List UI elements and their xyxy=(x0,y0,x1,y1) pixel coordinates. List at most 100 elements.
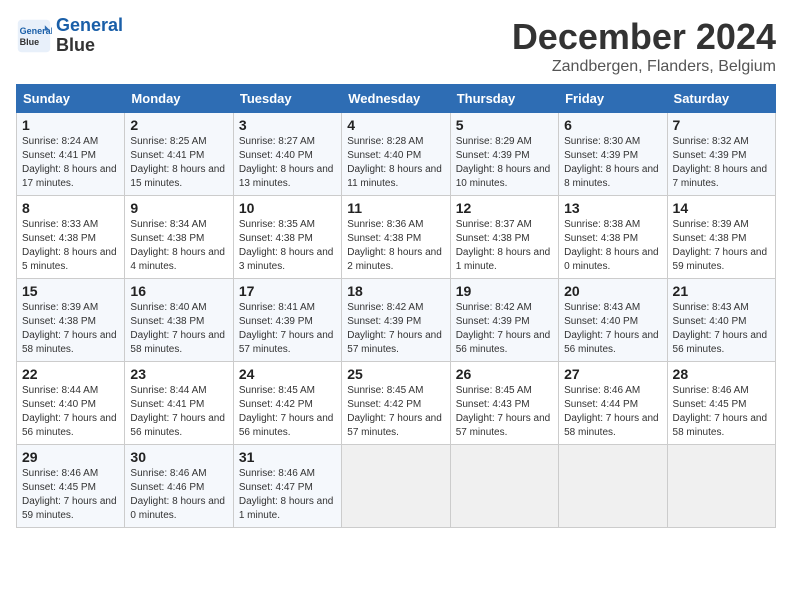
day-info: Sunrise: 8:43 AM Sunset: 4:40 PM Dayligh… xyxy=(564,301,661,357)
calendar-cell: 3 Sunrise: 8:27 AM Sunset: 4:40 PM Daylig… xyxy=(233,113,341,196)
day-info: Sunrise: 8:45 AM Sunset: 4:42 PM Dayligh… xyxy=(239,384,336,440)
svg-text:Blue: Blue xyxy=(20,37,40,47)
calendar-cell: 13 Sunrise: 8:38 AM Sunset: 4:38 PM Dayli… xyxy=(559,196,667,279)
day-info: Sunrise: 8:39 AM Sunset: 4:38 PM Dayligh… xyxy=(673,218,770,274)
weekday-header-thursday: Thursday xyxy=(450,85,558,113)
calendar-cell: 22 Sunrise: 8:44 AM Sunset: 4:40 PM Dayli… xyxy=(17,362,125,445)
day-info: Sunrise: 8:45 AM Sunset: 4:43 PM Dayligh… xyxy=(456,384,553,440)
weekday-header-saturday: Saturday xyxy=(667,85,775,113)
weekday-header-sunday: Sunday xyxy=(17,85,125,113)
day-number: 16 xyxy=(130,283,227,299)
calendar-cell xyxy=(450,445,558,528)
day-info: Sunrise: 8:38 AM Sunset: 4:38 PM Dayligh… xyxy=(564,218,661,274)
day-info: Sunrise: 8:44 AM Sunset: 4:40 PM Dayligh… xyxy=(22,384,119,440)
day-number: 2 xyxy=(130,117,227,133)
day-info: Sunrise: 8:27 AM Sunset: 4:40 PM Dayligh… xyxy=(239,135,336,191)
day-number: 19 xyxy=(456,283,553,299)
day-info: Sunrise: 8:30 AM Sunset: 4:39 PM Dayligh… xyxy=(564,135,661,191)
day-number: 7 xyxy=(673,117,770,133)
day-number: 24 xyxy=(239,366,336,382)
day-number: 18 xyxy=(347,283,444,299)
calendar-body: 1 Sunrise: 8:24 AM Sunset: 4:41 PM Daylig… xyxy=(17,113,776,528)
calendar-cell: 16 Sunrise: 8:40 AM Sunset: 4:38 PM Dayli… xyxy=(125,279,233,362)
day-info: Sunrise: 8:28 AM Sunset: 4:40 PM Dayligh… xyxy=(347,135,444,191)
day-number: 17 xyxy=(239,283,336,299)
calendar-cell: 7 Sunrise: 8:32 AM Sunset: 4:39 PM Daylig… xyxy=(667,113,775,196)
calendar-cell: 8 Sunrise: 8:33 AM Sunset: 4:38 PM Daylig… xyxy=(17,196,125,279)
calendar-table: SundayMondayTuesdayWednesdayThursdayFrid… xyxy=(16,84,776,528)
day-number: 8 xyxy=(22,200,119,216)
day-number: 5 xyxy=(456,117,553,133)
day-info: Sunrise: 8:45 AM Sunset: 4:42 PM Dayligh… xyxy=(347,384,444,440)
calendar-week-2: 8 Sunrise: 8:33 AM Sunset: 4:38 PM Daylig… xyxy=(17,196,776,279)
day-number: 11 xyxy=(347,200,444,216)
day-info: Sunrise: 8:42 AM Sunset: 4:39 PM Dayligh… xyxy=(456,301,553,357)
day-number: 3 xyxy=(239,117,336,133)
day-info: Sunrise: 8:34 AM Sunset: 4:38 PM Dayligh… xyxy=(130,218,227,274)
day-number: 22 xyxy=(22,366,119,382)
calendar-cell: 5Sunrise: 8:29 AM Sunset: 4:39 PM Daylig… xyxy=(450,113,558,196)
day-info: Sunrise: 8:40 AM Sunset: 4:38 PM Dayligh… xyxy=(130,301,227,357)
calendar-cell: 6 Sunrise: 8:30 AM Sunset: 4:39 PM Daylig… xyxy=(559,113,667,196)
day-info: Sunrise: 8:42 AM Sunset: 4:39 PM Dayligh… xyxy=(347,301,444,357)
day-number: 1 xyxy=(22,117,119,133)
calendar-cell: 12Sunrise: 8:37 AM Sunset: 4:38 PM Dayli… xyxy=(450,196,558,279)
calendar-cell: 17 Sunrise: 8:41 AM Sunset: 4:39 PM Dayli… xyxy=(233,279,341,362)
day-number: 30 xyxy=(130,449,227,465)
calendar-cell xyxy=(667,445,775,528)
day-number: 14 xyxy=(673,200,770,216)
day-number: 27 xyxy=(564,366,661,382)
day-number: 20 xyxy=(564,283,661,299)
calendar-cell: 30 Sunrise: 8:46 AM Sunset: 4:46 PM Dayli… xyxy=(125,445,233,528)
day-number: 21 xyxy=(673,283,770,299)
calendar-cell: 14 Sunrise: 8:39 AM Sunset: 4:38 PM Dayli… xyxy=(667,196,775,279)
day-info: Sunrise: 8:37 AM Sunset: 4:38 PM Dayligh… xyxy=(456,218,553,274)
calendar-cell: 1 Sunrise: 8:24 AM Sunset: 4:41 PM Daylig… xyxy=(17,113,125,196)
calendar-cell: 23 Sunrise: 8:44 AM Sunset: 4:41 PM Dayli… xyxy=(125,362,233,445)
calendar-cell: 27 Sunrise: 8:46 AM Sunset: 4:44 PM Dayli… xyxy=(559,362,667,445)
weekday-header-monday: Monday xyxy=(125,85,233,113)
weekday-header-friday: Friday xyxy=(559,85,667,113)
title-area: December 2024 Zandbergen, Flanders, Belg… xyxy=(512,16,776,76)
day-number: 29 xyxy=(22,449,119,465)
calendar-cell: 4 Sunrise: 8:28 AM Sunset: 4:40 PM Daylig… xyxy=(342,113,450,196)
day-info: Sunrise: 8:35 AM Sunset: 4:38 PM Dayligh… xyxy=(239,218,336,274)
calendar-cell: 9 Sunrise: 8:34 AM Sunset: 4:38 PM Daylig… xyxy=(125,196,233,279)
day-info: Sunrise: 8:36 AM Sunset: 4:38 PM Dayligh… xyxy=(347,218,444,274)
logo-text: GeneralBlue xyxy=(56,16,123,56)
location-title: Zandbergen, Flanders, Belgium xyxy=(512,58,776,76)
month-title: December 2024 xyxy=(512,16,776,58)
day-info: Sunrise: 8:44 AM Sunset: 4:41 PM Dayligh… xyxy=(130,384,227,440)
calendar-cell: 19 Sunrise: 8:42 AM Sunset: 4:39 PM Dayli… xyxy=(450,279,558,362)
day-info: Sunrise: 8:39 AM Sunset: 4:38 PM Dayligh… xyxy=(22,301,119,357)
calendar-cell: 24 Sunrise: 8:45 AM Sunset: 4:42 PM Dayli… xyxy=(233,362,341,445)
calendar-cell: 10 Sunrise: 8:35 AM Sunset: 4:38 PM Dayli… xyxy=(233,196,341,279)
day-number: 4 xyxy=(347,117,444,133)
calendar-cell: 31Sunrise: 8:46 AM Sunset: 4:47 PM Dayli… xyxy=(233,445,341,528)
day-info: Sunrise: 8:46 AM Sunset: 4:46 PM Dayligh… xyxy=(130,467,227,523)
day-info: Sunrise: 8:24 AM Sunset: 4:41 PM Dayligh… xyxy=(22,135,119,191)
day-info: Sunrise: 8:46 AM Sunset: 4:44 PM Dayligh… xyxy=(564,384,661,440)
weekday-header-row: SundayMondayTuesdayWednesdayThursdayFrid… xyxy=(17,85,776,113)
page-header: General Blue GeneralBlue December 2024 Z… xyxy=(16,16,776,76)
calendar-cell: 11 Sunrise: 8:36 AM Sunset: 4:38 PM Dayli… xyxy=(342,196,450,279)
calendar-cell: 20 Sunrise: 8:43 AM Sunset: 4:40 PM Dayli… xyxy=(559,279,667,362)
day-number: 28 xyxy=(673,366,770,382)
day-info: Sunrise: 8:32 AM Sunset: 4:39 PM Dayligh… xyxy=(673,135,770,191)
day-info: Sunrise: 8:46 AM Sunset: 4:45 PM Dayligh… xyxy=(673,384,770,440)
day-number: 9 xyxy=(130,200,227,216)
day-info: Sunrise: 8:41 AM Sunset: 4:39 PM Dayligh… xyxy=(239,301,336,357)
weekday-header-wednesday: Wednesday xyxy=(342,85,450,113)
calendar-week-3: 15Sunrise: 8:39 AM Sunset: 4:38 PM Dayli… xyxy=(17,279,776,362)
day-number: 31 xyxy=(239,449,336,465)
weekday-header-tuesday: Tuesday xyxy=(233,85,341,113)
calendar-week-4: 22 Sunrise: 8:44 AM Sunset: 4:40 PM Dayli… xyxy=(17,362,776,445)
calendar-cell: 21Sunrise: 8:43 AM Sunset: 4:40 PM Dayli… xyxy=(667,279,775,362)
day-number: 13 xyxy=(564,200,661,216)
day-number: 6 xyxy=(564,117,661,133)
day-number: 10 xyxy=(239,200,336,216)
day-number: 23 xyxy=(130,366,227,382)
day-info: Sunrise: 8:33 AM Sunset: 4:38 PM Dayligh… xyxy=(22,218,119,274)
calendar-cell: 26Sunrise: 8:45 AM Sunset: 4:43 PM Dayli… xyxy=(450,362,558,445)
calendar-cell: 28 Sunrise: 8:46 AM Sunset: 4:45 PM Dayli… xyxy=(667,362,775,445)
